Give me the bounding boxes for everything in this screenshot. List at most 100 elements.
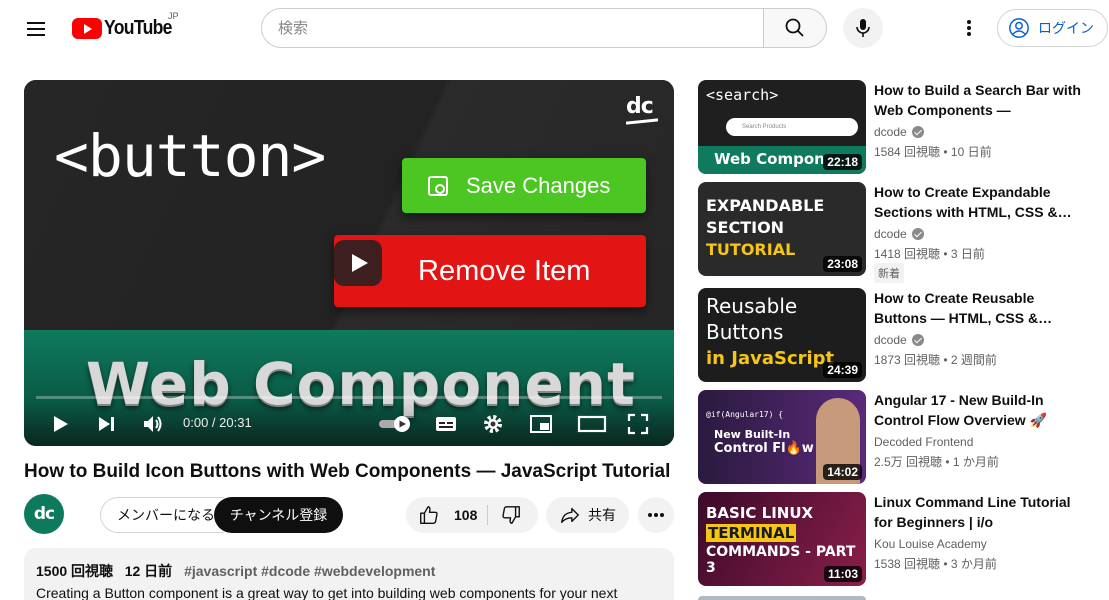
large-play-button[interactable] (334, 240, 382, 286)
description-meta: 1500 回視聴 12 日前 #javascript #dcode #webde… (36, 561, 662, 581)
dot-icon (967, 26, 971, 30)
login-button[interactable]: ログイン (997, 9, 1108, 47)
subtitles-icon[interactable] (432, 410, 460, 438)
share-label: 共有 (588, 507, 616, 523)
thumbnail-search-mock: Search Products (726, 118, 858, 136)
recommendation-item[interactable]: @if(Angular17) { New Built-In Control Fl… (698, 390, 1098, 484)
recommendation-title: How to Create Reusable Buttons — HTML, C… (874, 290, 1053, 326)
hashtags[interactable]: #javascript #dcode #webdevelopment (184, 563, 435, 579)
save-icon (428, 175, 448, 196)
video-duration: 14:02 (823, 464, 862, 480)
recommendation-thumbnail: Reusable Buttons in JavaScript 24:39 (698, 288, 866, 382)
recommendation-thumbnail-partial[interactable] (698, 596, 866, 600)
time-display: 0:00 / 20:31 (183, 415, 252, 430)
channel-name: dcode (874, 227, 907, 241)
thumbnail-text: TERMINAL (706, 524, 797, 542)
thumbnail-text: <search> (706, 86, 779, 104)
autoplay-toggle-icon[interactable] (376, 410, 416, 438)
dot-icon (967, 32, 971, 36)
thumbnail-text: SECTION (706, 218, 785, 237)
recommendation-stats: 1873 回視聴 • 2 週間前 (874, 353, 997, 367)
menu-bar-icon (27, 22, 45, 24)
view-count: 1500 回視聴 (36, 563, 114, 579)
fullscreen-icon[interactable] (624, 410, 652, 438)
recommendation-title: Angular 17 - New Build-In Control Flow O… (874, 392, 1048, 428)
search-button[interactable] (763, 8, 827, 48)
theater-mode-icon[interactable] (575, 410, 609, 438)
thumbnail-tag-text: <button> (54, 122, 326, 190)
channel-name: dcode (874, 333, 907, 347)
dot-icon (654, 513, 658, 517)
masthead: YouTube JP ログイン (0, 0, 1109, 56)
thumbnail-text: TUTORIAL (706, 240, 796, 259)
play-icon[interactable] (46, 410, 74, 438)
join-membership-button[interactable]: メンバーになる (100, 497, 224, 533)
recommendation-item[interactable]: Reusable Buttons in JavaScript 24:39 How… (698, 288, 1098, 382)
region-code: JP (168, 11, 179, 21)
like-button[interactable]: 108 (406, 497, 486, 533)
recommendation-thumbnail: EXPANDABLE SECTION TUTORIAL 23:08 (698, 182, 866, 276)
recommendation-stats: 2.5万 回視聴 • 1 か月前 (874, 455, 999, 469)
recommendation-title: How to Create Expandable Sections with H… (874, 184, 1072, 220)
thumbnail-remove-label: Remove Item (418, 254, 591, 287)
logo-text: YouTube (104, 16, 172, 39)
thumbs-up-icon (420, 506, 438, 524)
thumbnail-text: BASIC LINUX (706, 504, 814, 522)
progress-bar[interactable] (36, 396, 662, 399)
channel-name: dcode (874, 125, 907, 139)
recommendation-stats: 1418 回視聴 • 3 日前 (874, 247, 985, 261)
thumbnail-text: Buttons (706, 320, 784, 344)
voice-search-button[interactable] (843, 8, 883, 48)
dot-icon (648, 513, 652, 517)
recommendation-channel: dcode (874, 125, 924, 139)
share-button[interactable]: 共有 (546, 497, 629, 533)
menu-bar-icon (27, 28, 45, 30)
thumbs-down-icon (502, 506, 520, 524)
video-duration: 11:03 (823, 566, 862, 582)
channel-name: Kou Louise Academy (874, 537, 987, 551)
like-dislike-group: 108 (406, 497, 538, 533)
recommendation-item[interactable]: <search> Search Products Web Compon 22:1… (698, 80, 1098, 174)
search-icon (785, 18, 804, 37)
settings-menu-button[interactable] (955, 14, 983, 42)
video-duration: 22:18 (823, 154, 862, 170)
recommendation-thumbnail: <search> Search Products Web Compon 22:1… (698, 80, 866, 174)
upload-age: 12 日前 (124, 563, 173, 579)
youtube-play-icon (72, 17, 102, 39)
microphone-icon (856, 19, 870, 37)
dislike-button[interactable] (490, 497, 536, 533)
channel-avatar[interactable]: dc (24, 494, 64, 534)
settings-gear-icon[interactable] (479, 410, 507, 438)
more-actions-button[interactable] (638, 497, 674, 533)
volume-icon[interactable] (139, 410, 167, 438)
recommendation-thumbnail: BASIC LINUX TERMINAL COMMANDS - PART 3 1… (698, 492, 866, 586)
recommendation-channel: Decoded Frontend (874, 435, 973, 449)
verified-icon (911, 334, 924, 346)
dot-icon (660, 513, 664, 517)
recommendation-title: Linux Command Line Tutorial for Beginner… (874, 494, 1071, 530)
thumbnail-text: in JavaScript (706, 348, 835, 369)
miniplayer-icon[interactable] (527, 410, 555, 438)
recommendation-channel: Kou Louise Academy (874, 537, 987, 551)
description-box[interactable]: 1500 回視聴 12 日前 #javascript #dcode #webde… (24, 548, 674, 600)
share-icon (561, 507, 579, 524)
guide-menu-button[interactable] (22, 14, 50, 42)
recommendation-item[interactable]: BASIC LINUX TERMINAL COMMANDS - PART 3 1… (698, 492, 1098, 586)
search-box (261, 8, 764, 48)
dot-icon (967, 20, 971, 24)
video-duration: 24:39 (823, 362, 862, 378)
account-icon (1009, 18, 1029, 38)
recommendation-item[interactable]: EXPANDABLE SECTION TUTORIAL 23:08 How to… (698, 182, 1098, 283)
login-label: ログイン (1038, 20, 1094, 36)
youtube-logo[interactable]: YouTube (72, 16, 181, 40)
next-icon[interactable] (92, 410, 120, 438)
recommendation-thumbnail: @if(Angular17) { New Built-In Control Fl… (698, 390, 866, 484)
search-input[interactable] (278, 19, 763, 37)
like-count: 108 (454, 507, 478, 523)
video-player[interactable]: dc <button> Save Changes Remove Item Web… (24, 80, 674, 446)
recommendation-stats: 1538 回視聴 • 3 か月前 (874, 557, 997, 571)
subscribe-button[interactable]: チャンネル登録 (214, 497, 343, 533)
recommendation-channel: dcode (874, 227, 924, 241)
new-badge: 新着 (874, 263, 904, 283)
thumbnail-save-button: Save Changes (402, 158, 646, 213)
